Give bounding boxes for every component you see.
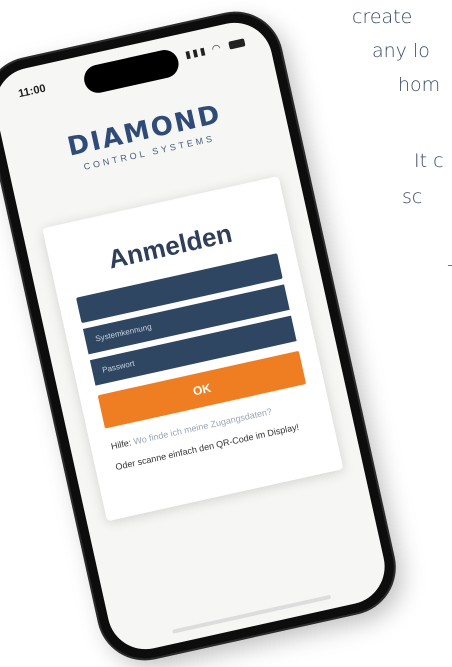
marketing-line-5: sc (402, 186, 423, 208)
wifi-icon: ◠ (210, 42, 224, 56)
battery-icon (228, 38, 246, 50)
login-card: Anmelden Systemkennung Passwort OK Hilfe… (42, 176, 344, 522)
dynamic-island (81, 47, 182, 96)
marketing-line-3: hom (398, 74, 441, 96)
phone-frame: 11:00 ▮▮▮ ◠ DIAMOND CONTROL SYSTEMS Anme… (0, 4, 403, 667)
status-icons: ▮▮▮ ◠ (184, 37, 246, 61)
signal-icon: ▮▮▮ (184, 45, 209, 62)
marketing-line-4: It c (414, 150, 444, 172)
marketing-line-1: create (352, 6, 413, 28)
marketing-line-6: - (447, 254, 452, 276)
home-indicator (172, 594, 332, 634)
marketing-line-2: any lo (372, 40, 430, 62)
help-prefix: Hilfe: (110, 437, 133, 452)
phone-screen: 11:00 ▮▮▮ ◠ DIAMOND CONTROL SYSTEMS Anme… (0, 15, 392, 657)
brand-logo: DIAMOND CONTROL SYSTEMS (4, 86, 288, 188)
status-time: 11:00 (17, 82, 47, 101)
